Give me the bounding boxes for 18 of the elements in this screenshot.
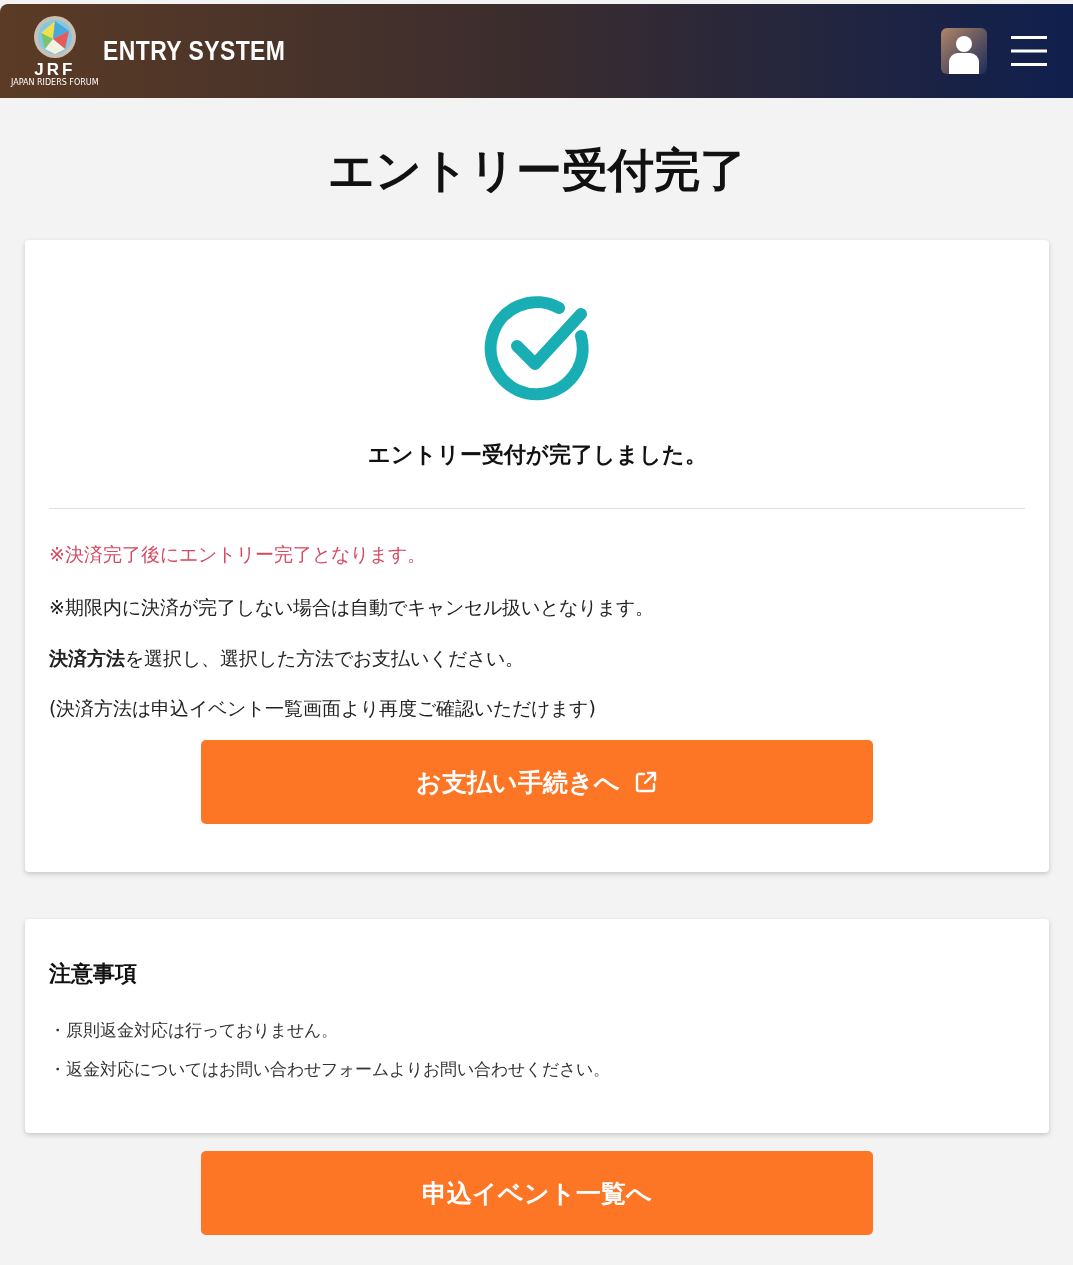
- notice-text: (決済方法は申込イベント一覧画面より再度ご確認いただけます): [49, 697, 597, 721]
- event-list-button[interactable]: 申込イベント一覧へ: [200, 1151, 873, 1236]
- user-avatar-icon[interactable]: [941, 28, 987, 74]
- menu-icon[interactable]: [1009, 33, 1049, 69]
- notice-text: ※期限内に決済が完了しない場合は自動でキャンセル扱いとなります。: [49, 595, 655, 619]
- external-link-icon: [634, 770, 658, 795]
- payment-button[interactable]: お支払い手続きへ: [201, 740, 873, 825]
- notice-text: ※決済完了後にエントリー完了となります。: [49, 543, 427, 566]
- notice-title: 注意事項: [49, 960, 138, 989]
- notice-item: ・返金対応についてはお問い合わせフォームよりお問い合わせください。: [49, 1058, 611, 1082]
- logo-subtext: JAPAN RIDERS FORUM: [11, 77, 99, 88]
- logo-text: JRF: [34, 60, 76, 78]
- globe-emblem-icon: [32, 14, 77, 59]
- app-title: ENTRY SYSTEM: [102, 35, 285, 67]
- completion-message: エントリー受付が完了しました。: [366, 441, 708, 469]
- notice-item: ・原則返金対応は行っておりません。: [49, 1019, 339, 1043]
- page-title: エントリー受付完了: [326, 142, 747, 199]
- notice-text: 決済方法を選択し、選択した方法でお支払いください。: [49, 646, 525, 670]
